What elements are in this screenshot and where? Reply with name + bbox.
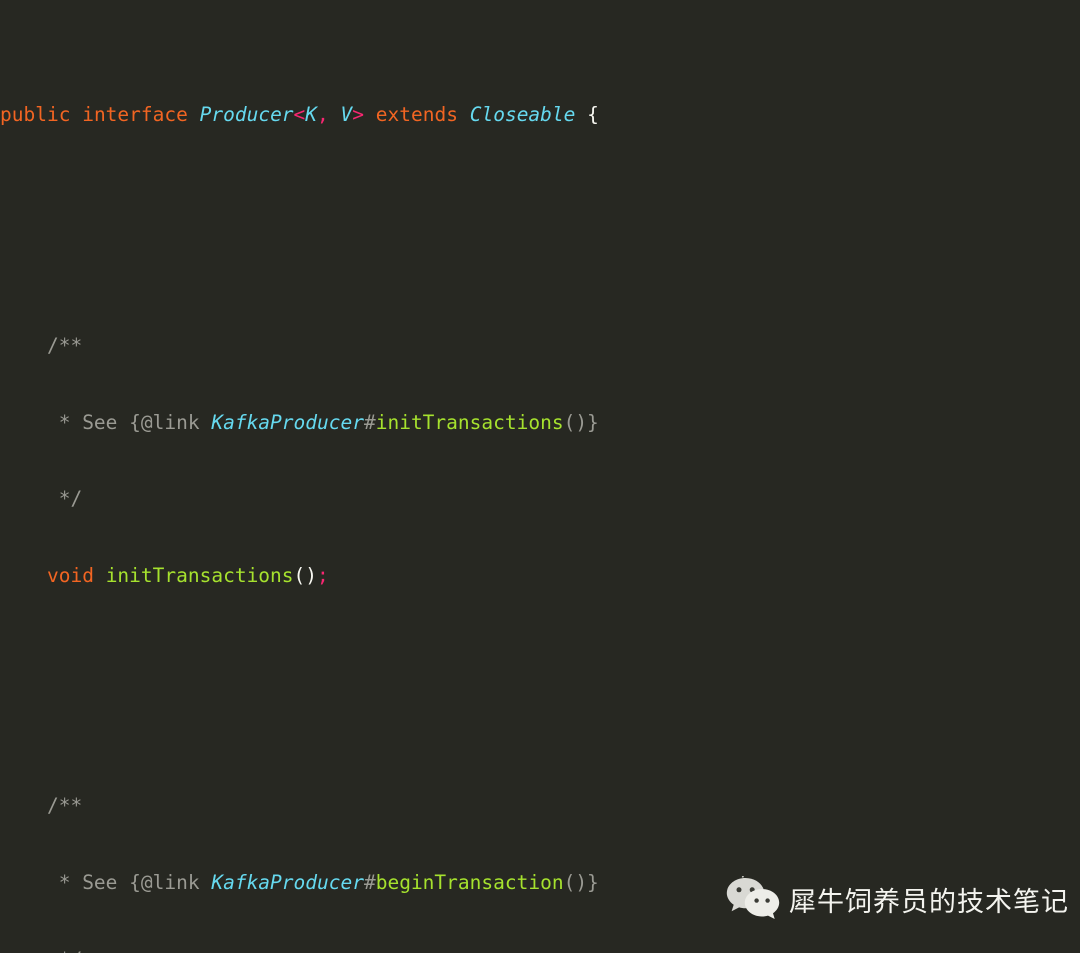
keyword-public: public	[0, 103, 71, 127]
javadoc-member-ref: beginTransaction	[375, 871, 564, 895]
javadoc-close: */	[46, 487, 83, 511]
interface-name: Producer	[199, 103, 294, 127]
generic-open: <	[293, 103, 306, 127]
generic-param-k: K	[305, 103, 318, 127]
method-name: initTransactions	[105, 564, 294, 588]
generic-comma: ,	[317, 103, 329, 127]
code-screenshot: public interface Producer<K, V> extends …	[0, 0, 1080, 953]
generic-close: >	[352, 103, 365, 127]
javadoc-see-line: * See {@link KafkaProducer#beginTransact…	[46, 871, 599, 895]
javadoc-see-line: * See {@link KafkaProducer#initTransacti…	[46, 410, 599, 434]
code-line-declaration: public interface Producer<K, V> extends …	[0, 102, 1080, 128]
javadoc-open: /**	[46, 333, 83, 357]
javadoc-class-ref: KafkaProducer	[211, 871, 364, 895]
javadoc-class-ref: KafkaProducer	[211, 410, 364, 434]
method-signature-initTransactions: void initTransactions();	[46, 564, 329, 588]
open-brace: {	[587, 103, 599, 127]
return-type-void: void	[46, 564, 94, 588]
keyword-extends: extends	[375, 103, 458, 127]
javadoc-close: */	[0, 947, 1080, 953]
keyword-interface: interface	[82, 103, 188, 127]
code-editor-content[interactable]: public interface Producer<K, V> extends …	[0, 0, 1080, 953]
javadoc-member-ref: initTransactions	[375, 410, 564, 434]
generic-param-v: V	[340, 103, 353, 127]
javadoc-open: /**	[46, 794, 83, 818]
superinterface-name: Closeable	[469, 103, 576, 127]
